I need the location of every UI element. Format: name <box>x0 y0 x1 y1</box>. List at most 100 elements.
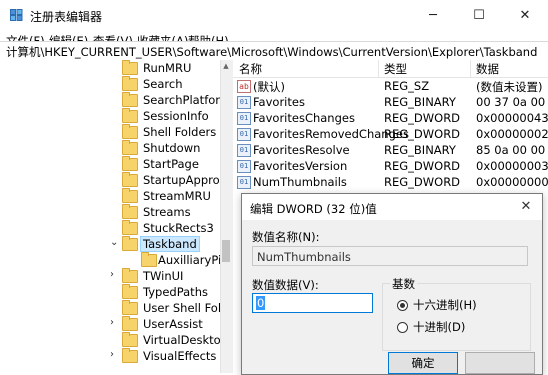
edit-dword-dialog: 编辑 DWORD (32 位)值 ✕ 数值名称(N): NumThumbnail… <box>241 193 543 375</box>
tree-item-label: StartPage <box>143 157 199 171</box>
folder-icon <box>122 236 138 251</box>
value-type: REG_DWORD <box>384 175 461 189</box>
dialog-title: 编辑 DWORD (32 位)值 <box>250 202 377 216</box>
tree-item-stuckrects3[interactable]: StuckRects3 <box>0 220 220 236</box>
value-type: REG_SZ <box>384 79 430 93</box>
value-type: REG_DWORD <box>384 111 461 125</box>
key-tree: RunMRU Search SearchPlatform SessionInfo… <box>0 60 220 373</box>
dialog-close-icon[interactable]: ✕ <box>516 197 536 215</box>
column-header-type[interactable]: 类型 <box>384 61 407 77</box>
list-row[interactable]: 01 FavoritesResolve REG_BINARY 85 0a 00 … <box>233 142 548 158</box>
scroll-up-arrow-icon[interactable]: ▲ <box>220 60 232 72</box>
chevron-right-icon[interactable]: › <box>110 349 114 360</box>
chevron-down-icon[interactable]: ⌄ <box>110 237 118 248</box>
folder-icon <box>122 172 138 187</box>
tree-item-label: SearchPlatform <box>143 93 220 107</box>
tree-item-label: UserAssist <box>143 317 203 331</box>
tree-item-label: Shutdown <box>143 141 201 155</box>
tree-item-typedpaths[interactable]: TypedPaths <box>0 284 220 300</box>
folder-icon <box>122 188 138 203</box>
dialog-body: 数值名称(N): NumThumbnails 数值数据(V): 0 基数 十六进… <box>242 220 542 374</box>
tree-item-virtualdesktops[interactable]: VirtualDesktops <box>0 332 220 348</box>
tree-scroll-thumb[interactable] <box>222 240 230 262</box>
list-row[interactable]: ab (默认) REG_SZ (数值未设置) <box>233 78 548 94</box>
list-row[interactable]: 01 FavoritesRemovedChanges REG_DWORD 0x0… <box>233 126 548 142</box>
column-header-name[interactable]: 名称 <box>239 61 262 77</box>
list-row[interactable]: 01 FavoritesChanges REG_DWORD 0x00000043… <box>233 110 548 126</box>
value-name: (默认) <box>253 80 285 94</box>
radio-hex-label[interactable]: 十六进制(H) <box>413 297 477 313</box>
tree-item-streams[interactable]: Streams <box>0 204 220 220</box>
value-data: 0x00000002 (2 <box>476 127 548 141</box>
folder-icon <box>122 220 138 235</box>
value-data-label: 数值数据(V): <box>252 278 319 292</box>
folder-icon <box>122 140 138 155</box>
tree-scrollbar[interactable] <box>220 60 233 373</box>
radio-hex[interactable] <box>397 300 408 311</box>
folder-icon <box>122 108 138 123</box>
chevron-right-icon[interactable]: › <box>110 317 114 328</box>
folder-icon <box>122 316 138 331</box>
tree-item-label: User Shell Folde <box>143 301 220 315</box>
tree-item-label: Taskband <box>140 236 200 252</box>
tree-item-label: TWinUI <box>143 269 184 283</box>
tree-item-user-shell-folders[interactable]: User Shell Folde <box>0 300 220 316</box>
tree-item-label: AuxilliaryPins <box>158 253 220 267</box>
tree-item-searchplatform[interactable]: SearchPlatform <box>0 92 220 108</box>
folder-icon <box>122 92 138 107</box>
base-group-box <box>382 283 531 351</box>
ok-button[interactable]: 确定 <box>388 352 458 374</box>
column-divider[interactable] <box>378 60 379 77</box>
value-data: 0x00000043 (67 <box>476 111 548 125</box>
value-data: (数值未设置) <box>476 80 543 94</box>
binary-value-icon: 01 <box>237 176 251 189</box>
address-bar[interactable]: 计算机\HKEY_CURRENT_USER\Software\Microsoft… <box>0 41 548 61</box>
tree-item-visualeffects[interactable]: › VisualEffects <box>0 348 220 364</box>
tree-item-startpage[interactable]: StartPage <box>0 156 220 172</box>
folder-icon <box>122 284 138 299</box>
close-button[interactable]: ✕ <box>502 0 548 30</box>
tree-item-label: VisualEffects <box>143 349 217 363</box>
column-divider[interactable] <box>470 60 471 77</box>
minimize-button[interactable]: ─ <box>410 0 456 30</box>
tree-item-runmru[interactable]: RunMRU <box>0 60 220 76</box>
tree-item-taskband[interactable]: ⌄ Taskband <box>0 236 220 252</box>
value-data: 00 37 0a 00 00 <box>476 95 548 109</box>
tree-item-auxilliarypins[interactable]: AuxilliaryPins <box>0 252 220 268</box>
value-data: 0x00000003 (3) <box>476 159 548 173</box>
tree-item-twinui[interactable]: › TWinUI <box>0 268 220 284</box>
value-type: REG_BINARY <box>384 143 456 157</box>
tree-item-streammru[interactable]: StreamMRU <box>0 188 220 204</box>
tree-item-shell-folders[interactable]: Shell Folders <box>0 124 220 140</box>
list-row[interactable]: 01 Favorites REG_BINARY 00 37 0a 00 00 <box>233 94 548 110</box>
title-bar: 注册表编辑器 ─ ☐ ✕ <box>0 0 548 30</box>
value-name: FavoritesVersion <box>253 159 348 173</box>
list-row[interactable]: 01 FavoritesVersion REG_DWORD 0x00000003… <box>233 158 548 174</box>
value-name-label: 数值名称(N): <box>252 230 320 244</box>
chevron-right-icon[interactable]: › <box>110 269 114 280</box>
value-name: NumThumbnails <box>253 175 347 189</box>
tree-item-search[interactable]: Search <box>0 76 220 92</box>
value-data-text: 0 <box>256 296 266 310</box>
column-header-data[interactable]: 数据 <box>476 61 499 77</box>
address-path[interactable]: 计算机\HKEY_CURRENT_USER\Software\Microsoft… <box>6 44 537 60</box>
folder-icon <box>122 300 138 315</box>
folder-icon <box>122 76 138 91</box>
tree-item-label: TypedPaths <box>143 285 208 299</box>
tree-item-sessioninfo[interactable]: SessionInfo <box>0 108 220 124</box>
cancel-button[interactable] <box>465 352 535 374</box>
maximize-button[interactable]: ☐ <box>456 0 502 30</box>
radio-dec-label[interactable]: 十进制(D) <box>413 319 465 335</box>
tree-item-shutdown[interactable]: Shutdown <box>0 140 220 156</box>
list-header: 名称 类型 数据 <box>233 60 548 78</box>
radio-dec[interactable] <box>397 322 408 333</box>
value-name: FavoritesChanges <box>253 111 355 125</box>
tree-item-userassist[interactable]: › UserAssist <box>0 316 220 332</box>
folder-icon <box>141 252 157 267</box>
list-row[interactable]: 01 NumThumbnails REG_DWORD 0x00000000 (0 <box>233 174 548 190</box>
window-title: 注册表编辑器 <box>30 10 103 24</box>
value-type: REG_DWORD <box>384 127 461 141</box>
value-data-input[interactable]: 0 <box>252 293 373 313</box>
tree-item-startupapproved[interactable]: StartupApprove <box>0 172 220 188</box>
tree-item-label: StreamMRU <box>143 189 211 203</box>
